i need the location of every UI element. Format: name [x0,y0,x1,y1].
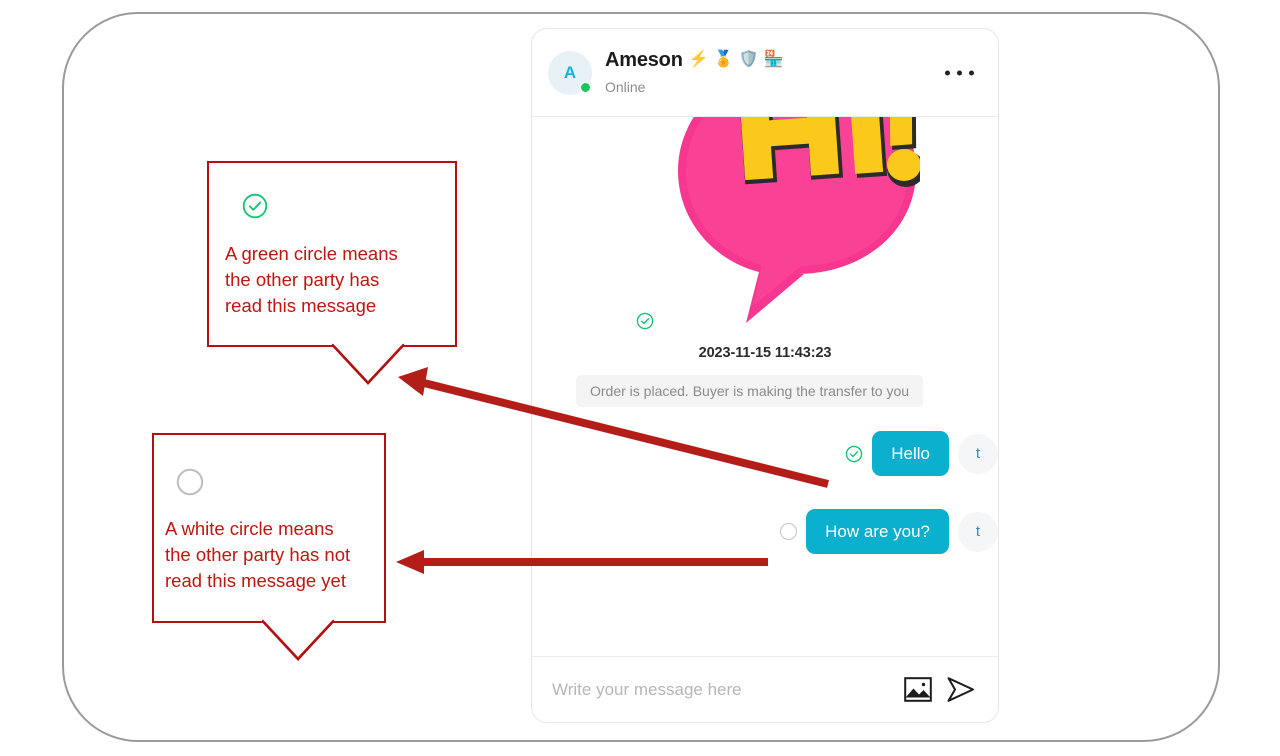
store-badge-icon: 🏪 [763,51,784,68]
message-bubble[interactable]: Hello [872,431,949,476]
read-receipt-icon [845,445,863,463]
unread-receipt-icon [780,523,798,540]
shield-verified-badge-icon: 🛡️ [738,51,759,68]
chat-panel: A Ameson ⚡ 🏅 🛡️ 🏪 Online 2023-11-15 11:4… [531,28,999,723]
callout-text: A green circle means the other party has… [225,243,398,316]
read-receipt-icon [636,312,654,330]
message-input[interactable] [552,675,890,704]
table-row[interactable]: Hello t [845,431,998,476]
callout-tail [332,343,404,385]
green-check-circle-icon [242,193,268,224]
lightning-badge-icon: ⚡ [688,51,709,68]
message-timestamp: 2023-11-15 11:43:23 [698,345,832,361]
contact-avatar[interactable]: A [548,50,592,95]
image-attachment-icon[interactable] [904,677,932,702]
white-empty-circle-icon [176,468,204,501]
table-row[interactable]: How are you? t [780,509,998,554]
chat-header: A Ameson ⚡ 🏅 🛡️ 🏪 Online [532,29,998,117]
online-status-dot [580,81,591,93]
avatar[interactable]: t [958,433,998,474]
message-bubble[interactable]: How are you? [806,509,949,554]
more-options-icon[interactable] [943,64,976,81]
contact-info: Ameson ⚡ 🏅 🛡️ 🏪 Online [605,50,980,95]
contact-name-row: Ameson ⚡ 🏅 🛡️ 🏪 [605,50,980,70]
message-composer [532,656,998,722]
annotation-callout-green: A green circle means the other party has… [207,161,459,389]
system-message: Order is placed. Buyer is making the tra… [576,375,924,407]
annotation-callout-white: A white circle means the other party has… [152,433,388,661]
contact-status: Online [605,79,646,95]
contact-badges: ⚡ 🏅 🛡️ 🏪 [689,52,784,68]
avatar[interactable]: t [958,511,998,552]
send-message-icon[interactable] [946,676,976,703]
callout-text: A white circle means the other party has… [165,518,351,591]
messages-scroll-area[interactable]: 2023-11-15 11:43:23 Order is placed. Buy… [532,117,998,656]
contact-name: Ameson [605,49,683,71]
list-item[interactable] [548,117,982,339]
callout-tail [262,619,334,661]
hi-sticker-icon [678,117,920,323]
medal-badge-icon: 🏅 [713,51,734,68]
